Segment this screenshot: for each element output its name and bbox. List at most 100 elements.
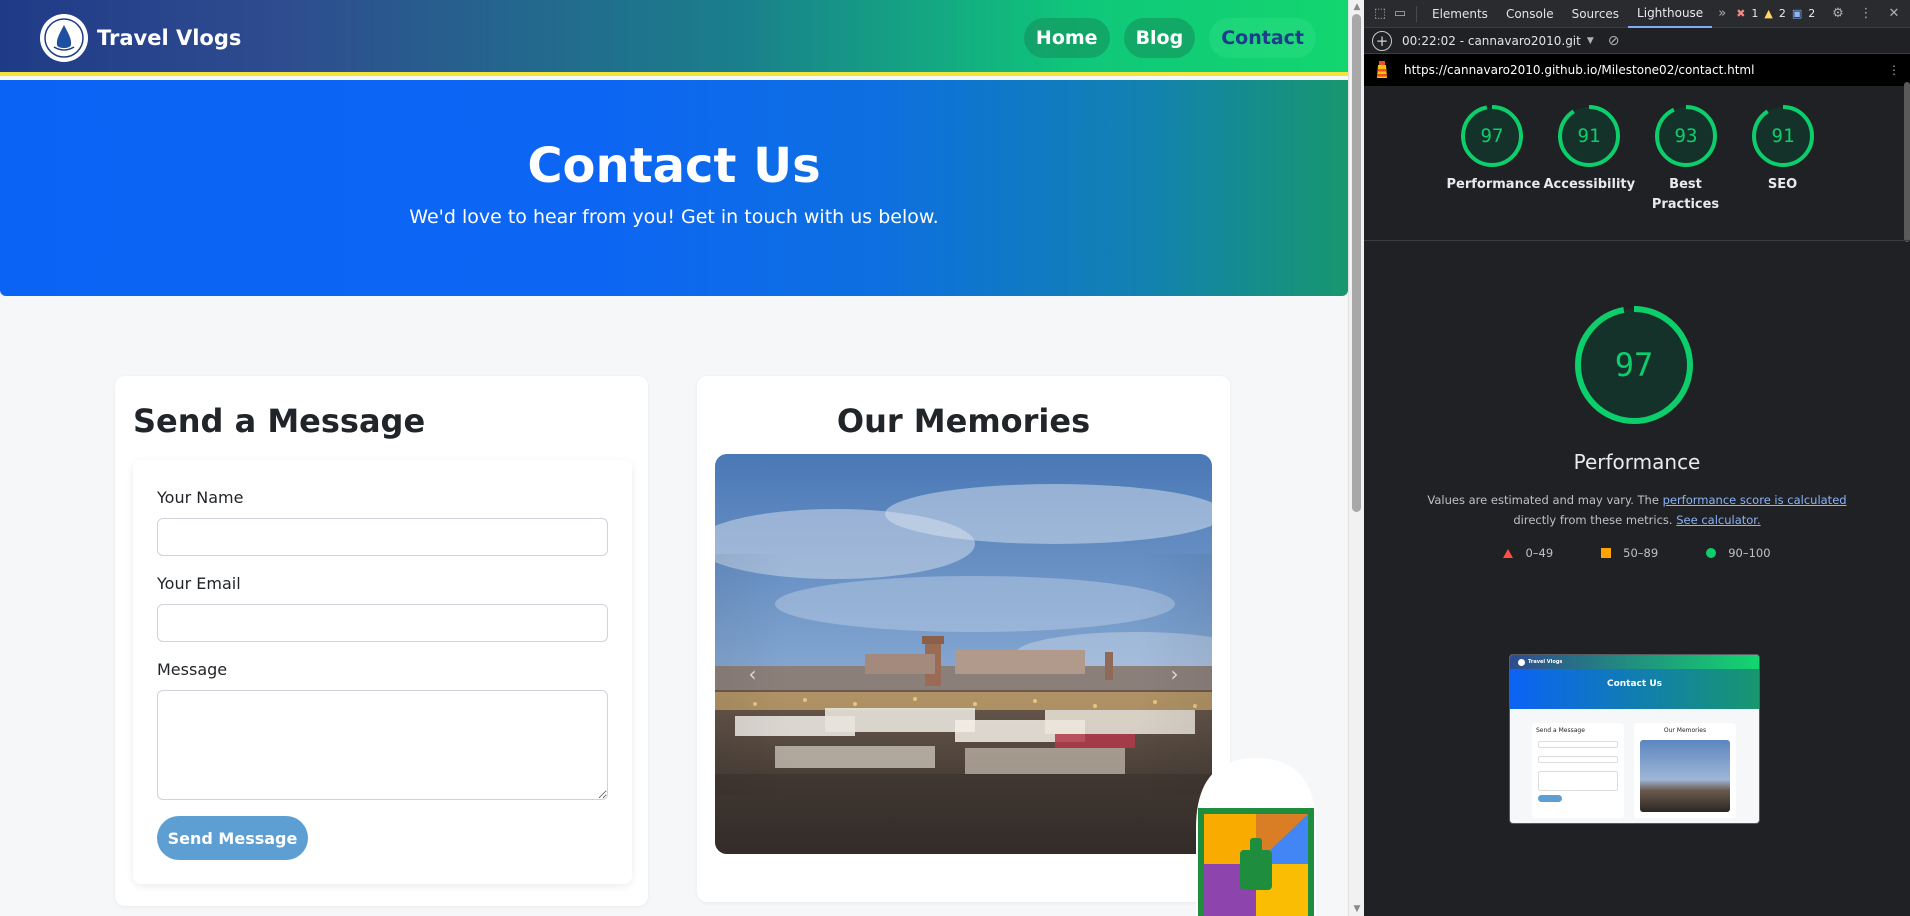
nav-blog-link[interactable]: Blog — [1123, 18, 1196, 58]
web-page: Travel Vlogs Home Blog Contact Contact U… — [0, 0, 1348, 916]
report-selector[interactable]: 00:22:02 - cannavaro2010.git — [1402, 34, 1581, 48]
best-practices-gauge-ring: 93 — [1654, 105, 1717, 167]
nav-links: Home Blog Contact — [1023, 18, 1316, 58]
warning-icon: ▲ — [1764, 7, 1773, 20]
navbar: Travel Vlogs Home Blog Contact — [0, 0, 1348, 76]
brand[interactable]: Travel Vlogs — [40, 14, 241, 62]
performance-label: Performance — [1446, 177, 1541, 192]
seo-gauge-ring: 91 — [1751, 105, 1814, 167]
seo-score-value: 91 — [1771, 125, 1794, 147]
close-icon[interactable]: ✕ — [1884, 4, 1904, 24]
memories-carousel[interactable]: ‹ › — [715, 454, 1212, 854]
gauge-accessibility[interactable]: 91 Accessibility — [1544, 104, 1635, 215]
nav-home-link[interactable]: Home — [1023, 18, 1110, 58]
inspect-element-icon[interactable]: ⬚ — [1370, 4, 1390, 24]
email-label: Your Email — [157, 574, 241, 593]
issue-badges[interactable]: ✖ 1 ▲ 2 ▣ 2 — [1736, 7, 1815, 20]
email-input[interactable] — [157, 604, 608, 642]
carousel-prev-button[interactable]: ‹ — [715, 554, 790, 794]
dropdown-caret-icon[interactable]: ▼ — [1587, 36, 1594, 46]
best-practices-label: Best Practices — [1651, 177, 1720, 212]
devtools-right-controls: ⚙ ⋮ ✕ — [1828, 4, 1910, 24]
name-label: Your Name — [157, 488, 244, 507]
thumb-memories-card: Our Memories — [1634, 723, 1736, 818]
thumb-photo — [1640, 740, 1730, 812]
clear-reports-icon[interactable]: ⊘ — [1608, 33, 1620, 49]
red-triangle-icon — [1503, 548, 1514, 558]
performance-section-title: Performance — [1573, 450, 1701, 474]
nav-contact-link[interactable]: Contact — [1209, 18, 1316, 58]
tab-sources[interactable]: Sources — [1563, 0, 1628, 28]
thumb-navbar: Travel Vlogs — [1510, 655, 1759, 669]
send-message-card: Send a Message Your Name Your Email Mess… — [115, 376, 648, 906]
brand-name: Travel Vlogs — [97, 26, 242, 50]
kebab-menu-icon[interactable]: ⋮ — [1856, 4, 1876, 24]
more-tabs-icon[interactable]: » — [1712, 4, 1732, 24]
thumb-message-title: Send a Message — [1536, 727, 1585, 734]
thumb-message-card: Send a Message — [1532, 723, 1624, 818]
legend-average: 50–89 — [1601, 546, 1658, 560]
best-practices-score-value: 93 — [1674, 125, 1697, 147]
url-menu-icon[interactable]: ⋮ — [1888, 63, 1900, 77]
toolbar-divider — [1416, 5, 1417, 22]
device-toolbar-icon[interactable]: ▭ — [1390, 4, 1410, 24]
name-input[interactable] — [157, 518, 608, 556]
scroll-up-arrow-icon[interactable]: ▲ — [1352, 2, 1362, 12]
memories-card: Our Memories ‹ › — [697, 376, 1230, 902]
chevron-left-icon: ‹ — [748, 662, 757, 686]
devtools-scroll-thumb[interactable] — [1904, 82, 1910, 242]
accessibility-score-value: 91 — [1577, 125, 1600, 147]
extension-widget-icon[interactable] — [1196, 758, 1316, 916]
gauge-best-practices[interactable]: 93 Best Practices — [1652, 104, 1719, 215]
memories-title: Our Memories — [836, 402, 1091, 440]
gauge-seo[interactable]: 91 SEO — [1751, 104, 1815, 215]
tab-lighthouse[interactable]: Lighthouse — [1628, 0, 1713, 28]
accessibility-label: Accessibility — [1543, 177, 1636, 192]
performance-gauge-ring: 97 — [1460, 105, 1523, 167]
info-count: 2 — [1808, 7, 1816, 20]
tab-elements[interactable]: Elements — [1423, 0, 1497, 28]
info-icon: ▣ — [1791, 7, 1803, 20]
thumb-field — [1538, 771, 1618, 791]
legend-average-range: 50–89 — [1623, 546, 1659, 560]
legend-pass: 90–100 — [1706, 546, 1771, 560]
gauge-performance[interactable]: 97 Performance — [1447, 104, 1540, 215]
desc-prefix: Values are estimated and may vary. The — [1427, 493, 1663, 507]
lighthouse-logo-icon — [1377, 61, 1387, 78]
new-report-plus-icon[interactable]: + — [1372, 30, 1392, 51]
legend-fail-range: 0–49 — [1525, 546, 1554, 560]
report-url: https://cannavaro2010.github.io/Mileston… — [1404, 63, 1755, 77]
settings-gear-icon[interactable]: ⚙ — [1828, 4, 1848, 24]
performance-description: Values are estimated and may vary. The p… — [1364, 490, 1910, 530]
thumb-hero: Contact Us — [1510, 669, 1759, 709]
send-message-button[interactable]: Send Message — [157, 816, 308, 860]
thumb-field — [1538, 741, 1618, 748]
see-calculator-link[interactable]: See calculator. — [1676, 513, 1760, 527]
message-label: Message — [157, 660, 228, 679]
hero-title: Contact Us — [527, 138, 821, 194]
score-calculated-link[interactable]: performance score is calculated — [1663, 493, 1847, 507]
section-divider — [1364, 240, 1910, 241]
tab-console[interactable]: Console — [1497, 0, 1563, 28]
score-gauges: 97 Performance 91 Accessibility 93 Best … — [1364, 104, 1910, 215]
error-icon: ✖ — [1736, 7, 1746, 20]
seo-label: SEO — [1767, 177, 1798, 192]
scroll-down-arrow-icon[interactable]: ▼ — [1352, 904, 1362, 914]
hero-banner: Contact Us We'd love to hear from you! G… — [0, 80, 1348, 296]
message-textarea[interactable] — [157, 690, 608, 800]
send-message-title: Send a Message — [133, 402, 426, 440]
page-screenshot-thumbnail[interactable]: Travel Vlogs Contact Us Send a Message O… — [1509, 654, 1760, 824]
desc-middle: directly from these metrics. — [1513, 513, 1677, 527]
legend-fail: 0–49 — [1503, 546, 1553, 560]
thumb-memories-title: Our Memories — [1663, 727, 1707, 734]
warning-count: 2 — [1778, 7, 1786, 20]
lighthouse-toolbar: + 00:22:02 - cannavaro2010.git ▼ ⊘ — [1364, 28, 1910, 54]
devtools-tab-bar: ⬚ ▭ Elements Console Sources Lighthouse … — [1364, 0, 1910, 28]
legend-pass-range: 90–100 — [1728, 546, 1771, 560]
accessibility-gauge-ring: 91 — [1557, 105, 1620, 167]
page-scrollbar[interactable]: ▲ ▼ — [1348, 0, 1364, 916]
error-count: 1 — [1751, 7, 1759, 20]
thumb-button — [1538, 795, 1562, 802]
scroll-thumb[interactable] — [1352, 14, 1361, 512]
green-circle-icon — [1706, 548, 1717, 558]
